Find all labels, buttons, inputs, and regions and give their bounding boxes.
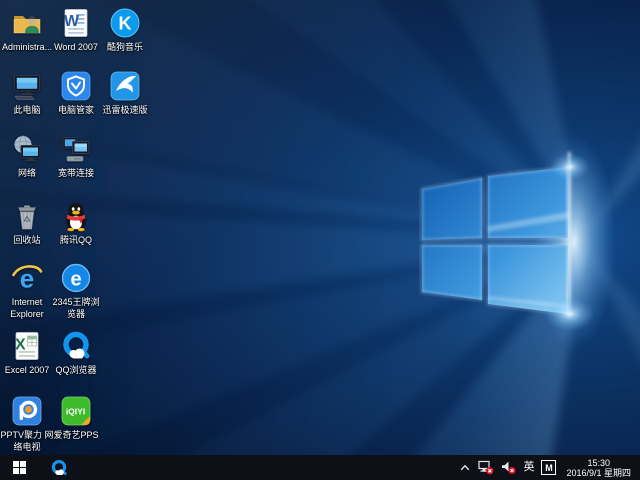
icon-label: Excel 2007: [0, 364, 55, 376]
desktop-icon-xunlei[interactable]: 迅雷极速版: [100, 70, 150, 116]
desktop-icon-administrator[interactable]: Administra...: [2, 7, 52, 53]
icon-label: QQ浏览器: [48, 364, 104, 376]
browser-2345-icon: e: [60, 262, 92, 294]
desktop-icon-word-2007[interactable]: W Word 2007: [51, 7, 101, 53]
desktop-icon-grid: Administra... W Word 2007 K 酷狗音乐: [2, 0, 640, 455]
iqiyi-pps-icon: iQIYI: [60, 395, 92, 427]
desktop-icon-tencent-qq[interactable]: 腾讯QQ: [51, 200, 101, 246]
icon-label: 宽带连接: [48, 167, 104, 179]
network-status-button[interactable]: [478, 455, 494, 480]
icon-label: 爱奇艺PPS: [48, 429, 104, 441]
desktop-icon-internet-explorer[interactable]: e Internet Explorer: [2, 262, 52, 320]
volume-muted-icon: [501, 460, 516, 475]
clock-time: 15:30: [566, 458, 631, 468]
tray-overflow-button[interactable]: [459, 455, 471, 480]
icon-label: 2345王牌浏览器: [48, 296, 104, 320]
svg-text:e: e: [70, 269, 81, 291]
recycle-bin-icon: [11, 200, 43, 232]
taskbar: 英 M 15:30 2016/9/1 星期四: [0, 455, 640, 480]
broadband-connection-icon: [60, 133, 92, 165]
icon-label: Administra...: [0, 41, 55, 53]
xunlei-bird-icon: [109, 70, 141, 102]
icon-label: 迅雷极速版: [97, 104, 153, 116]
svg-text:X: X: [15, 337, 26, 354]
icon-label: 网络: [0, 167, 55, 179]
svg-text:K: K: [119, 14, 132, 34]
system-tray: 英 M 15:30 2016/9/1 星期四: [459, 455, 640, 480]
ime-mode-label: M: [541, 460, 556, 475]
user-folder-icon: [11, 7, 43, 39]
volume-button[interactable]: [501, 455, 516, 480]
windows-logo-icon: [13, 461, 26, 474]
desktop-icon-pc-manager[interactable]: 电脑管家: [51, 70, 101, 116]
word-2007-icon: W: [60, 7, 92, 39]
desktop-icon-browser-2345[interactable]: e 2345王牌浏览器: [51, 262, 101, 320]
desktop-icon-pptv[interactable]: PPTV聚力 网络电视: [2, 395, 52, 453]
network-globe-icon: [11, 133, 43, 165]
qq-browser-icon: [60, 330, 92, 362]
network-disconnected-icon: [478, 460, 494, 475]
excel-2007-icon: X: [11, 330, 43, 362]
desktop-icon-iqiyi-pps[interactable]: iQIYI 爱奇艺PPS: [51, 395, 101, 441]
svg-text:W: W: [64, 13, 80, 30]
icon-label: 腾讯QQ: [48, 234, 104, 246]
icon-label: Word 2007: [48, 41, 104, 53]
this-pc-icon: [11, 70, 43, 102]
desktop-icon-excel-2007[interactable]: X Excel 2007: [2, 330, 52, 376]
qq-penguin-icon: [60, 200, 92, 232]
internet-explorer-icon: e: [11, 262, 43, 294]
ime-mode-button[interactable]: M: [541, 455, 556, 480]
desktop-icon-kugou-music[interactable]: K 酷狗音乐: [100, 7, 150, 53]
icon-label: 回收站: [0, 234, 55, 246]
desktop-icon-this-pc[interactable]: 此电脑: [2, 70, 52, 116]
desktop-icon-recycle-bin[interactable]: 回收站: [2, 200, 52, 246]
language-indicator[interactable]: 英: [523, 455, 534, 480]
desktop-icon-qq-browser[interactable]: QQ浏览器: [51, 330, 101, 376]
start-button[interactable]: [0, 455, 38, 480]
icon-label: Internet Explorer: [0, 296, 55, 320]
icon-label: 此电脑: [0, 104, 55, 116]
kugou-music-icon: K: [109, 7, 141, 39]
pptv-icon: [11, 395, 43, 427]
qq-browser-icon: [50, 459, 68, 477]
icon-label: 酷狗音乐: [97, 41, 153, 53]
icon-label: 电脑管家: [48, 104, 104, 116]
desktop-icon-network[interactable]: 网络: [2, 133, 52, 179]
svg-text:iQIYI: iQIYI: [66, 407, 85, 417]
chevron-up-icon: [459, 462, 471, 474]
desktop-icon-broadband[interactable]: 宽带连接: [51, 133, 101, 179]
taskbar-qq-browser-button[interactable]: [44, 455, 74, 480]
icon-label: PPTV聚力 网络电视: [0, 429, 55, 453]
taskbar-clock[interactable]: 15:30 2016/9/1 星期四: [563, 458, 637, 478]
pc-manager-shield-icon: [60, 70, 92, 102]
clock-date: 2016/9/1 星期四: [566, 468, 631, 478]
